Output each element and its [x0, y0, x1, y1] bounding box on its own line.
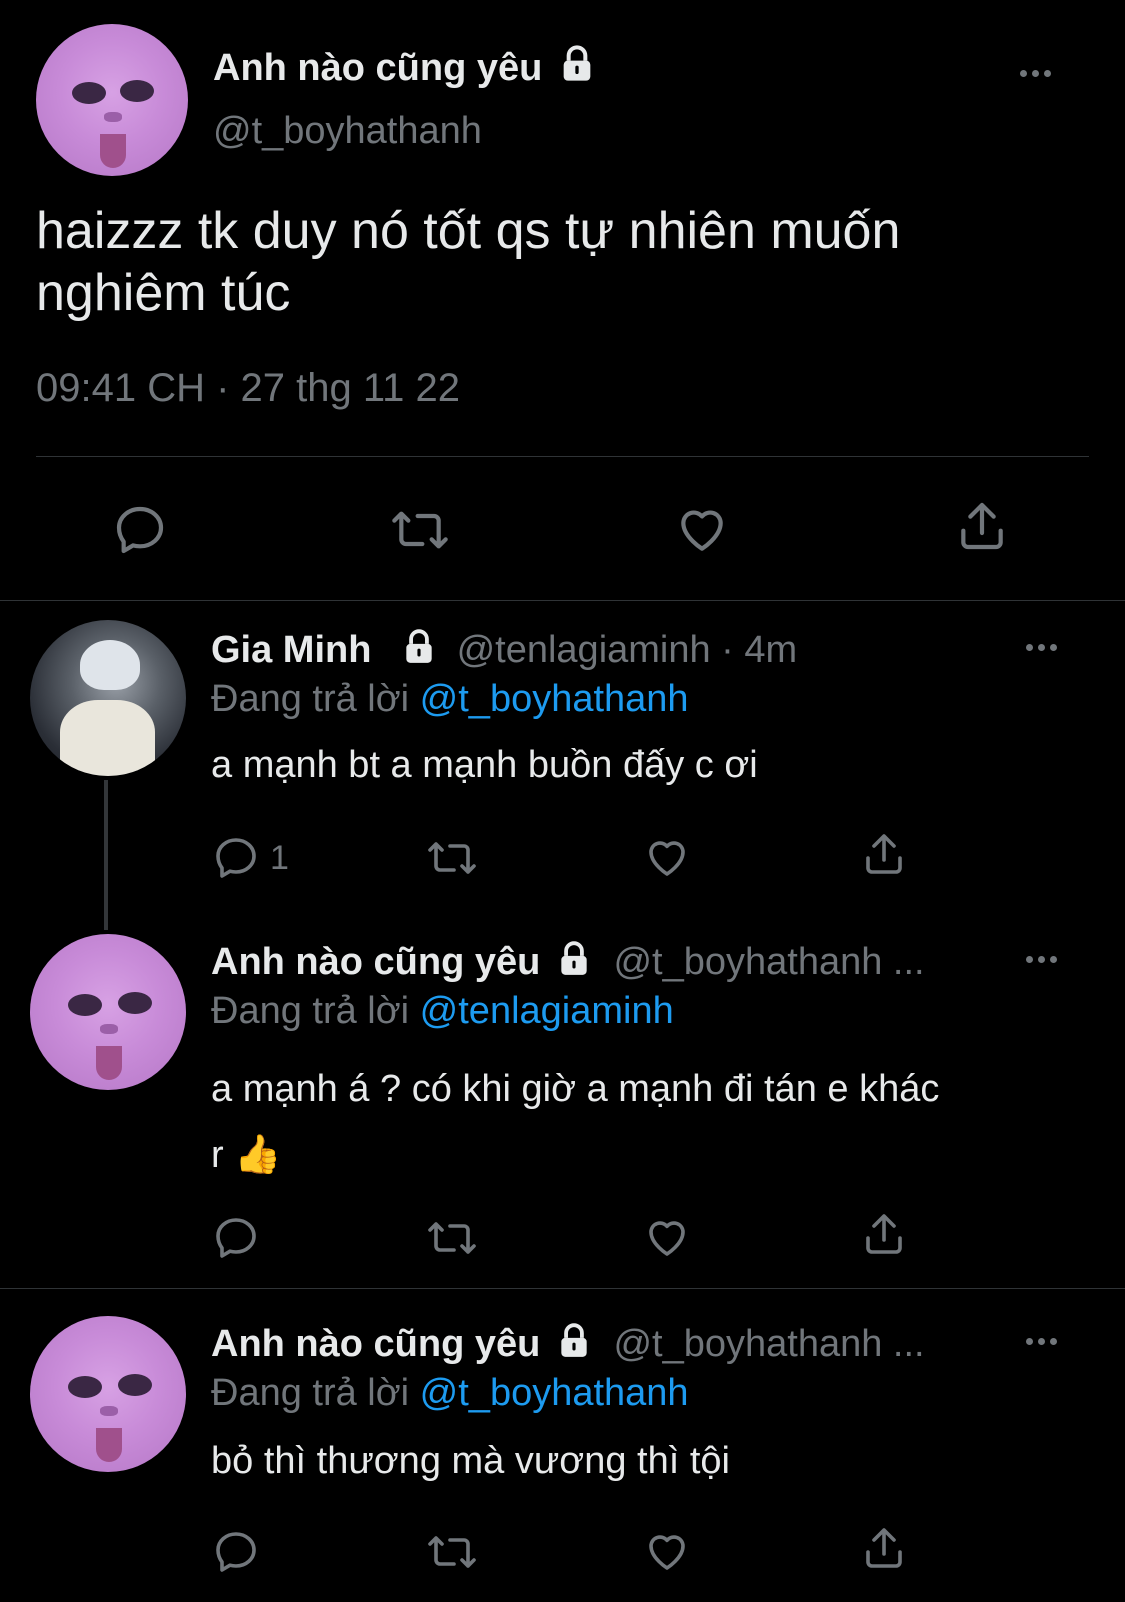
- retweet-icon: [392, 511, 448, 549]
- reply-icon: [216, 1218, 256, 1258]
- divider: [0, 1288, 1125, 1289]
- replying-prefix: Đang trả lời: [211, 678, 410, 720]
- like-icon: [649, 1221, 685, 1256]
- replying-prefix: Đang trả lời: [211, 1372, 410, 1414]
- replying-prefix: Đang trả lời: [211, 990, 410, 1032]
- share-button[interactable]: [860, 1210, 908, 1258]
- avatar-eye: [120, 80, 154, 102]
- mention-link[interactable]: @tenlagiaminh: [420, 990, 674, 1032]
- avatar-tongue: [100, 134, 126, 168]
- reply-header: Anh nào cũng yêu @t_boyhathanh ...: [211, 940, 925, 984]
- reply-text-line: a mạnh á ? có khi giờ a mạnh đi tán e kh…: [211, 1068, 940, 1110]
- lock-icon: [406, 629, 432, 663]
- like-icon: [649, 841, 685, 876]
- reply-button[interactable]: [212, 1214, 260, 1262]
- avatar-eye: [118, 1374, 152, 1396]
- like-button[interactable]: [643, 834, 691, 882]
- retweet-button[interactable]: [388, 502, 452, 558]
- avatar[interactable]: [30, 934, 186, 1090]
- retweet-icon: [428, 842, 476, 874]
- reply-count: 1: [270, 838, 289, 877]
- handle-time[interactable]: @t_boyhathanh ...: [613, 941, 924, 983]
- tweet-text: haizzz tk duy nó tốt qs tự nhiên muốn ng…: [36, 200, 1096, 324]
- avatar-nose: [100, 1024, 118, 1034]
- like-button[interactable]: [643, 1528, 691, 1576]
- reply-header: Anh nào cũng yêu @t_boyhathanh ...: [211, 1322, 925, 1366]
- retweet-icon: [428, 1536, 476, 1568]
- retweet-button[interactable]: [424, 1528, 480, 1576]
- replying-to: Đang trả lời @tenlagiaminh: [211, 990, 674, 1033]
- avatar-eye: [68, 994, 102, 1016]
- like-button[interactable]: [674, 502, 730, 558]
- divider: [0, 600, 1125, 601]
- like-icon: [649, 1535, 685, 1570]
- share-button[interactable]: [860, 1524, 908, 1572]
- avatar-hair: [80, 640, 140, 690]
- avatar[interactable]: [36, 24, 188, 176]
- avatar-eye: [118, 992, 152, 1014]
- handle[interactable]: @t_boyhathanh: [213, 110, 482, 153]
- share-icon: [961, 502, 1003, 550]
- display-name-text: Anh nào cũng yêu: [213, 47, 543, 89]
- like-icon: [681, 510, 723, 551]
- mention-link[interactable]: @t_boyhathanh: [420, 678, 689, 720]
- like-button[interactable]: [643, 1214, 691, 1262]
- lock-icon: [561, 941, 587, 975]
- avatar-eye: [68, 1376, 102, 1398]
- mention-link[interactable]: @t_boyhathanh: [420, 1372, 689, 1414]
- share-button[interactable]: [860, 830, 908, 878]
- avatar[interactable]: [30, 1316, 186, 1472]
- display-name[interactable]: Anh nào cũng yêu: [213, 44, 597, 90]
- display-name[interactable]: Anh nào cũng yêu: [211, 941, 540, 983]
- retweet-icon: [428, 1222, 476, 1254]
- more-icon[interactable]: [1026, 1338, 1057, 1345]
- display-name[interactable]: Anh nào cũng yêu: [211, 1323, 540, 1365]
- divider: [36, 456, 1089, 457]
- share-button[interactable]: [954, 498, 1010, 554]
- replying-to: Đang trả lời @t_boyhathanh: [211, 1372, 689, 1415]
- avatar-eye: [72, 82, 106, 104]
- avatar-tongue: [96, 1428, 122, 1462]
- reply-text: a mạnh á ? có khi giờ a mạnh đi tán e kh…: [211, 1056, 939, 1188]
- share-icon: [866, 834, 902, 874]
- avatar-nose: [100, 1406, 118, 1416]
- more-icon[interactable]: [1026, 644, 1057, 651]
- avatar[interactable]: [30, 620, 186, 776]
- reply-button[interactable]: [212, 1528, 260, 1576]
- share-icon: [866, 1214, 902, 1254]
- handle-time[interactable]: @t_boyhathanh ...: [613, 1323, 924, 1365]
- avatar-nose: [104, 112, 122, 122]
- retweet-button[interactable]: [424, 1214, 480, 1262]
- share-icon: [866, 1528, 902, 1568]
- replying-to: Đang trả lời @t_boyhathanh: [211, 678, 689, 721]
- avatar-tongue: [96, 1046, 122, 1080]
- lock-icon: [563, 45, 591, 81]
- tweet-text-line: nghiêm túc: [36, 264, 291, 322]
- reply-header: Gia Minh @tenlagiaminh · 4m: [211, 628, 797, 672]
- tweet-timestamp[interactable]: 09:41 CH · 27 thg 11 22: [36, 366, 460, 411]
- reply-button[interactable]: [112, 502, 168, 558]
- retweet-button[interactable]: [424, 834, 480, 882]
- reply-icon: [116, 506, 164, 554]
- avatar-shirt: [60, 700, 155, 776]
- reply-icon: [216, 838, 256, 878]
- reply-button[interactable]: 1: [212, 834, 289, 882]
- thread-line: [104, 780, 108, 930]
- more-icon[interactable]: [1020, 70, 1051, 77]
- more-icon[interactable]: [1026, 956, 1057, 963]
- display-name[interactable]: Gia Minh: [211, 629, 371, 671]
- handle-time[interactable]: @tenlagiaminh · 4m: [457, 629, 798, 671]
- tweet-text-line: haizzz tk duy nó tốt qs tự nhiên muốn: [36, 202, 901, 260]
- reply-text-line: r 👍: [211, 1134, 282, 1176]
- lock-icon: [561, 1323, 587, 1357]
- reply-icon: [216, 1532, 256, 1572]
- reply-text: bỏ thì thương mà vương thì tội: [211, 1440, 730, 1482]
- reply-text: a mạnh bt a mạnh buồn đấy c ơi: [211, 744, 758, 786]
